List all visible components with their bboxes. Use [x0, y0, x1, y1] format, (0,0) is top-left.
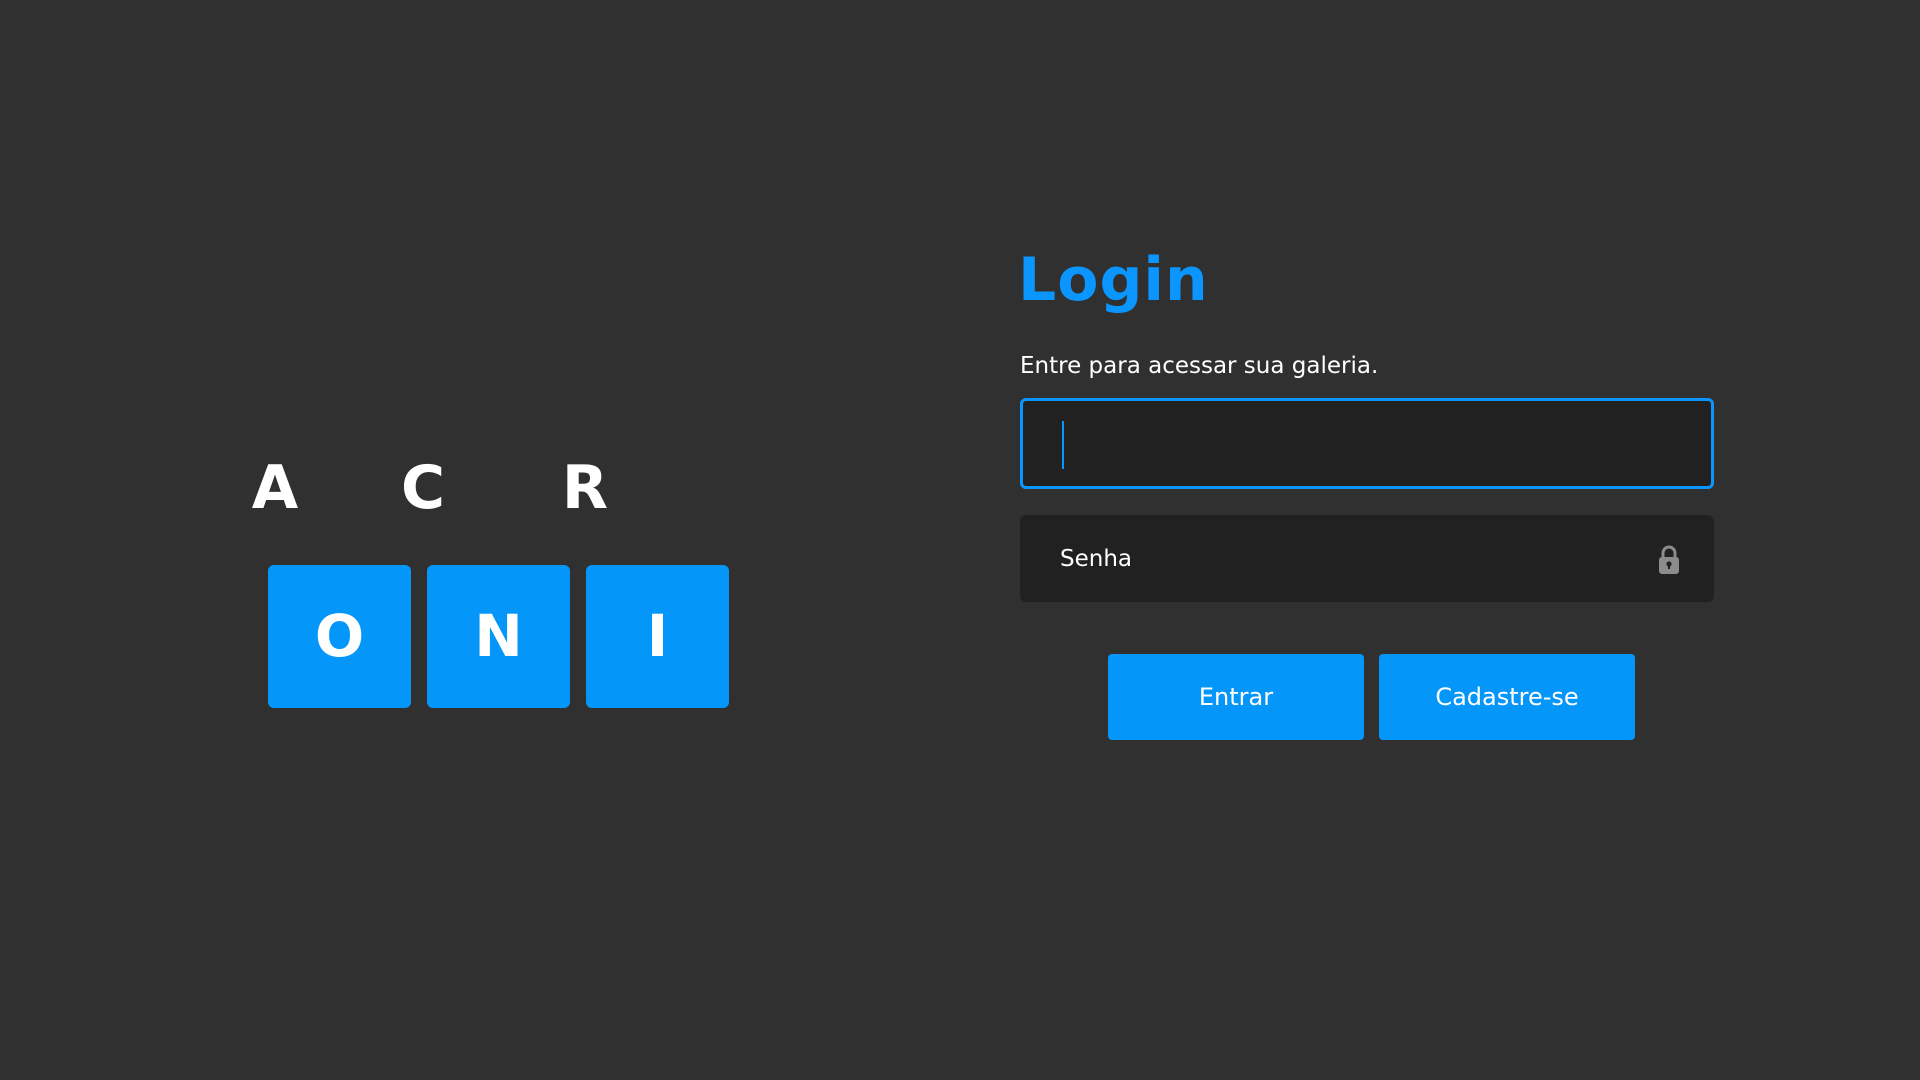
login-title: Login	[1018, 245, 1209, 315]
password-input[interactable]	[1020, 515, 1714, 602]
login-subtitle: Entre para acessar sua galeria.	[1020, 353, 1379, 379]
lock-icon	[1659, 545, 1679, 574]
logo-tile-o: O	[268, 565, 411, 708]
logo-letter-r: R	[561, 453, 609, 523]
logo-tile-n: N	[427, 565, 570, 708]
username-input[interactable]	[1023, 401, 1711, 486]
signup-button[interactable]: Cadastre-se	[1379, 654, 1635, 740]
logo-letter-a: A	[251, 453, 299, 523]
logo-tiles: O N I	[268, 565, 738, 710]
logo: A C R O N I	[225, 430, 745, 730]
login-panel: Login Entre para acessar sua galeria. En…	[1018, 240, 1714, 740]
password-field	[1020, 515, 1714, 602]
logo-top-row: A C R	[225, 448, 745, 528]
logo-letter-c: C	[400, 453, 446, 523]
username-field	[1020, 398, 1714, 489]
logo-tile-i: I	[586, 565, 729, 708]
text-caret	[1062, 421, 1064, 469]
enter-button[interactable]: Entrar	[1108, 654, 1364, 740]
login-buttons: Entrar Cadastre-se	[1018, 654, 1714, 742]
